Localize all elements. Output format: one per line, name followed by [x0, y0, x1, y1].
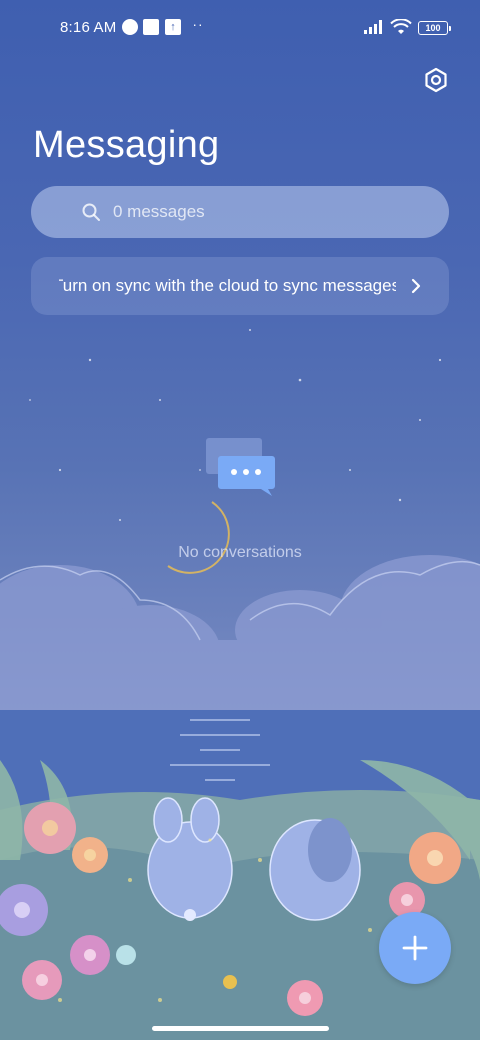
status-bar: 8:16 AM ↑ ·· 100 [0, 0, 480, 56]
sync-banner-text: Turn on sync with the cloud to sync mess… [59, 276, 396, 295]
wifi-icon [390, 19, 412, 35]
page-title: Messaging [33, 124, 220, 166]
settings-icon [425, 67, 447, 93]
chat-bubbles-icon [206, 438, 275, 496]
new-conversation-button[interactable] [379, 912, 451, 984]
status-time: 8:16 AM [60, 19, 117, 36]
signal-icon [364, 19, 384, 35]
settings-button[interactable] [420, 64, 452, 96]
notification-square-icon [143, 19, 159, 35]
plus-icon [402, 935, 428, 961]
more-dots-icon: ·· [192, 16, 204, 32]
chevron-right-icon [411, 278, 421, 294]
home-indicator[interactable] [152, 1026, 329, 1031]
battery-icon: 100 [418, 21, 451, 35]
sync-banner[interactable]: Turn on sync with the cloud to sync mess… [31, 257, 449, 315]
sync-banner-text-container: Turn on sync with the cloud to sync mess… [59, 276, 396, 296]
empty-state-text: No conversations [178, 544, 302, 561]
search-placeholder: 0 messages [113, 202, 205, 221]
do-not-disturb-icon [122, 19, 138, 35]
search-input[interactable]: 0 messages [31, 186, 449, 238]
upload-icon: ↑ [165, 19, 181, 35]
search-icon [82, 203, 100, 221]
